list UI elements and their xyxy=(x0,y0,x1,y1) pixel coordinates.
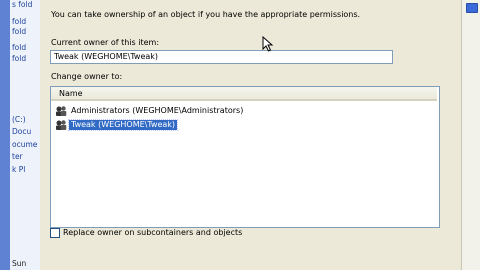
current-owner-field[interactable]: Tweak (WEGHOME\Tweak) xyxy=(50,50,393,64)
change-owner-label: Change owner to: xyxy=(51,72,123,81)
current-owner-label: Current owner of this item: xyxy=(51,38,160,47)
background-fragment: (C:) xyxy=(12,115,26,124)
background-fragment: ocume xyxy=(12,140,38,149)
background-fragment: fold xyxy=(12,54,27,63)
user-group-icon xyxy=(56,106,67,116)
column-header-name[interactable]: Name xyxy=(59,89,83,98)
background-fragment: Sun xyxy=(12,259,27,268)
owner-list[interactable]: Name Administrators (WEGHOME\Administrat… xyxy=(50,86,440,228)
background-fragment: fold xyxy=(12,43,27,52)
background-fragment: fold xyxy=(12,27,27,36)
list-item-label: Tweak (WEGHOME\Tweak) xyxy=(67,119,179,131)
replace-owner-label[interactable]: Replace owner on subcontainers and objec… xyxy=(63,228,242,237)
explorer-task-pane-edge xyxy=(0,0,10,270)
replace-owner-checkbox[interactable] xyxy=(50,228,60,238)
background-fragment: s fold xyxy=(12,0,33,9)
list-item-label: Administrators (WEGHOME\Administrators) xyxy=(71,106,244,115)
description-text: You can take ownership of an object if y… xyxy=(51,10,361,19)
scrollbar-strip[interactable] xyxy=(461,0,480,270)
mouse-cursor-icon xyxy=(262,36,274,52)
user-group-icon xyxy=(56,120,67,130)
explorer-background-panel: s fold fold fold fold fold (C:) Docu ocume ter k … xyxy=(10,0,41,270)
background-fragment: fold xyxy=(12,17,27,26)
take-ownership-dialog: You can take ownership of an object if y… xyxy=(40,0,461,270)
background-fragment: ter xyxy=(12,152,23,161)
window-button[interactable] xyxy=(466,3,478,13)
background-fragment: k Pl xyxy=(12,165,26,174)
background-fragment: Docu xyxy=(12,127,32,136)
list-header: Name xyxy=(51,87,437,101)
